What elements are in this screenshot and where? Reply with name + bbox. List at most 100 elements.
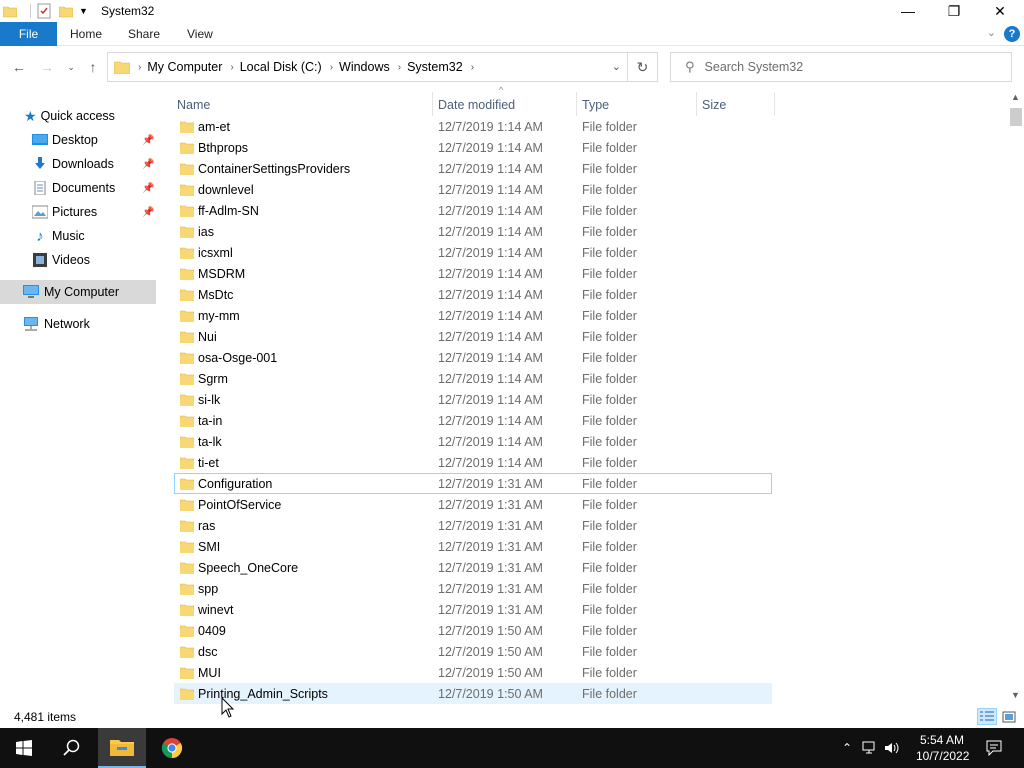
chevron-right-icon[interactable]: › bbox=[398, 62, 401, 73]
table-row[interactable]: 0409 12/7/2019 1:50 AM File folder bbox=[174, 620, 772, 641]
details-view-icon[interactable] bbox=[977, 708, 997, 725]
file-explorer-taskbar-button[interactable] bbox=[98, 728, 146, 768]
table-row[interactable]: Nui 12/7/2019 1:14 AM File folder bbox=[174, 326, 772, 347]
back-arrow-icon[interactable]: ← bbox=[9, 58, 29, 76]
table-row[interactable]: Printing_Admin_Scripts 12/7/2019 1:50 AM F… bbox=[174, 683, 772, 704]
sidebar-item-downloads[interactable]: Downloads 📌 bbox=[32, 152, 158, 176]
tab-file[interactable]: File bbox=[0, 22, 57, 46]
sidebar-item-videos[interactable]: Videos bbox=[32, 248, 90, 272]
column-divider[interactable] bbox=[774, 92, 775, 116]
customize-qat-icon[interactable]: ▼ bbox=[79, 6, 88, 16]
network-status-icon[interactable] bbox=[862, 741, 878, 755]
breadcrumb-windows[interactable]: Windows bbox=[339, 60, 390, 74]
table-row[interactable]: ras 12/7/2019 1:31 AM File folder bbox=[174, 515, 772, 536]
table-row[interactable]: ta-lk 12/7/2019 1:14 AM File folder bbox=[174, 431, 772, 452]
sidebar-item-quick-access[interactable]: ★ Quick access bbox=[24, 104, 115, 128]
column-divider[interactable] bbox=[432, 92, 433, 116]
sidebar-item-desktop[interactable]: Desktop 📌 bbox=[32, 128, 158, 152]
breadcrumb-system32[interactable]: System32 bbox=[407, 60, 463, 74]
sidebar-item-documents[interactable]: Documents 📌 bbox=[32, 176, 158, 200]
column-header-type[interactable]: Type bbox=[582, 92, 609, 118]
file-name: ta-lk bbox=[198, 434, 222, 449]
column-header-name[interactable]: Name bbox=[177, 92, 210, 118]
table-row[interactable]: Bthprops 12/7/2019 1:14 AM File folder bbox=[174, 137, 772, 158]
file-date-modified: 12/7/2019 1:14 AM bbox=[438, 287, 543, 302]
table-row[interactable]: MsDtc 12/7/2019 1:14 AM File folder bbox=[174, 284, 772, 305]
table-row[interactable]: ff-Adlm-SN 12/7/2019 1:14 AM File folder bbox=[174, 200, 772, 221]
tab-home[interactable]: Home bbox=[70, 27, 102, 41]
scroll-up-icon[interactable]: ▲ bbox=[1011, 92, 1020, 102]
table-row[interactable]: MSDRM 12/7/2019 1:14 AM File folder bbox=[174, 263, 772, 284]
window-title: System32 bbox=[101, 4, 155, 18]
sidebar-item-my-computer[interactable]: My Computer bbox=[0, 280, 156, 304]
search-input[interactable]: Search System32 bbox=[705, 60, 804, 74]
chevron-right-icon[interactable]: › bbox=[138, 62, 141, 73]
file-type: File folder bbox=[582, 434, 637, 449]
tab-share[interactable]: Share bbox=[128, 27, 160, 41]
table-row[interactable]: osa-Osge-001 12/7/2019 1:14 AM File folder bbox=[174, 347, 772, 368]
table-row[interactable]: ias 12/7/2019 1:14 AM File folder bbox=[174, 221, 772, 242]
properties-icon[interactable] bbox=[37, 3, 51, 19]
chrome-taskbar-button[interactable] bbox=[148, 728, 196, 768]
forward-arrow-icon[interactable]: → bbox=[37, 58, 57, 76]
table-row[interactable]: MUI 12/7/2019 1:50 AM File folder bbox=[174, 662, 772, 683]
breadcrumb-my-computer[interactable]: My Computer bbox=[147, 60, 222, 74]
chevron-right-icon[interactable]: › bbox=[230, 62, 233, 73]
pin-icon[interactable]: 📌 bbox=[142, 207, 154, 218]
pin-icon[interactable]: 📌 bbox=[142, 135, 154, 146]
pin-icon[interactable]: 📌 bbox=[142, 159, 154, 170]
scroll-down-icon[interactable]: ▼ bbox=[1011, 690, 1020, 700]
column-header-size[interactable]: Size bbox=[702, 92, 726, 118]
table-row[interactable]: SMI 12/7/2019 1:31 AM File folder bbox=[174, 536, 772, 557]
table-row[interactable]: ContainerSettingsProviders 12/7/2019 1:14… bbox=[174, 158, 772, 179]
table-row[interactable]: Sgrm 12/7/2019 1:14 AM File folder bbox=[174, 368, 772, 389]
table-row[interactable]: downlevel 12/7/2019 1:14 AM File folder bbox=[174, 179, 772, 200]
sidebar-item-music[interactable]: ♪ Music bbox=[32, 224, 84, 248]
action-center-button[interactable] bbox=[982, 728, 1006, 768]
file-date-modified: 12/7/2019 1:14 AM bbox=[438, 224, 543, 239]
search-taskbar-button[interactable] bbox=[48, 728, 96, 768]
maximize-button[interactable]: ❐ bbox=[931, 0, 977, 22]
column-divider[interactable] bbox=[576, 92, 577, 116]
taskbar-clock[interactable]: 5:54 AM 10/7/2022 bbox=[916, 732, 969, 764]
scrollbar-thumb[interactable] bbox=[1010, 108, 1022, 126]
column-divider[interactable] bbox=[696, 92, 697, 116]
sidebar-item-pictures[interactable]: Pictures 📌 bbox=[32, 200, 158, 224]
large-icons-view-icon[interactable] bbox=[999, 708, 1019, 725]
up-arrow-icon[interactable]: ↑ bbox=[83, 58, 103, 76]
table-row[interactable]: PointOfService 12/7/2019 1:31 AM File fold… bbox=[174, 494, 772, 515]
vertical-scrollbar[interactable]: ▲ ▼ bbox=[1008, 88, 1024, 706]
chevron-right-icon[interactable]: › bbox=[330, 62, 333, 73]
minimize-button[interactable]: — bbox=[885, 0, 931, 22]
refresh-icon[interactable]: ↻ bbox=[627, 53, 657, 81]
column-header-date-modified[interactable]: Date modified bbox=[438, 92, 515, 118]
table-row[interactable]: am-et 12/7/2019 1:14 AM File folder bbox=[174, 116, 772, 137]
close-button[interactable]: ✕ bbox=[977, 0, 1023, 22]
sidebar-item-network[interactable]: Network bbox=[22, 312, 90, 336]
breadcrumb-local-disk[interactable]: Local Disk (C:) bbox=[240, 60, 322, 74]
table-row[interactable]: ta-in 12/7/2019 1:14 AM File folder bbox=[174, 410, 772, 431]
table-row[interactable]: spp 12/7/2019 1:31 AM File folder bbox=[174, 578, 772, 599]
table-row[interactable]: ti-et 12/7/2019 1:14 AM File folder bbox=[174, 452, 772, 473]
tab-view[interactable]: View bbox=[187, 27, 213, 41]
sidebar-item-label: Downloads bbox=[52, 157, 114, 171]
table-row[interactable]: my-mm 12/7/2019 1:14 AM File folder bbox=[174, 305, 772, 326]
table-row[interactable]: winevt 12/7/2019 1:31 AM File folder bbox=[174, 599, 772, 620]
start-button[interactable] bbox=[0, 728, 48, 768]
table-row[interactable]: si-lk 12/7/2019 1:14 AM File folder bbox=[174, 389, 772, 410]
table-row[interactable]: Configuration 12/7/2019 1:31 AM File folde… bbox=[174, 473, 772, 494]
volume-icon[interactable] bbox=[884, 741, 900, 755]
address-bar[interactable]: › My Computer › Local Disk (C:) › Window… bbox=[107, 52, 658, 82]
chevron-right-icon[interactable]: › bbox=[471, 62, 474, 73]
table-row[interactable]: Speech_OneCore 12/7/2019 1:31 AM File fold… bbox=[174, 557, 772, 578]
table-row[interactable]: icsxml 12/7/2019 1:14 AM File folder bbox=[174, 242, 772, 263]
new-folder-icon[interactable] bbox=[59, 4, 73, 18]
search-box[interactable]: ⚲ Search System32 bbox=[670, 52, 1012, 82]
address-dropdown-icon[interactable]: ⌄ bbox=[612, 60, 621, 73]
recent-locations-icon[interactable]: ⌄ bbox=[61, 58, 81, 76]
help-icon[interactable]: ? bbox=[1004, 26, 1020, 42]
chevron-up-icon[interactable]: ⌃ bbox=[838, 741, 856, 755]
pin-icon[interactable]: 📌 bbox=[142, 183, 154, 194]
expand-ribbon-icon[interactable]: ⌄ bbox=[987, 26, 996, 39]
table-row[interactable]: dsc 12/7/2019 1:50 AM File folder bbox=[174, 641, 772, 662]
